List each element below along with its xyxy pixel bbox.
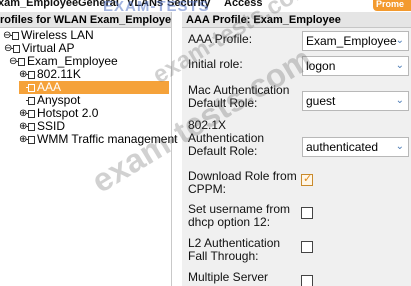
aaa-profile-label: AAA Profile: [188, 32, 253, 46]
menu-prome: Prome [376, 0, 405, 9]
collapse-icon[interactable]: ⊖ [9, 55, 17, 68]
initial-role-value: logon [306, 59, 336, 73]
set-username-label: Set username from dhcp option 12: [188, 203, 290, 229]
mac-auth-role-label-line2: Default Role: [188, 96, 258, 110]
watermark-logo: EXAM-TESTS [103, 0, 210, 12]
set-username-label-line2: dhcp option 12: [188, 215, 271, 229]
checkmark-icon: ✓ [303, 173, 313, 185]
dot1x-role-value: authenticated [306, 140, 379, 154]
multiple-server-checkbox[interactable] [301, 275, 313, 286]
profile-tree-panel: rofiles for WLAN Exam_Employee ⊖ Wireles… [0, 12, 177, 286]
chevron-down-icon: ⌄ [395, 141, 404, 152]
mac-auth-role-label: Mac Authentication Default Role: [188, 84, 289, 110]
initial-role-select[interactable]: logon ⌄ [302, 56, 409, 76]
multiple-server-label: Multiple Server [188, 270, 269, 284]
dot1x-role-label: 802.1X Authentication Default Role: [188, 119, 264, 158]
aaa-profile-panel: AAA Profile: Exam_Employee AAA Profile: … [182, 12, 411, 286]
expand-icon[interactable]: ⊕ [19, 107, 27, 120]
l2-fallthrough-checkbox[interactable] [301, 241, 313, 253]
mac-auth-role-value: guest [306, 94, 336, 108]
folder-icon [16, 57, 25, 66]
chevron-down-icon: ⌄ [395, 60, 404, 71]
chevron-down-icon: ⌄ [395, 95, 404, 106]
expand-icon[interactable]: ⊕ [19, 133, 27, 146]
tree-node-label: WMM Traffic management [37, 132, 178, 146]
folder-icon [11, 44, 20, 53]
initial-role-label: Initial role: [188, 57, 243, 71]
top-menubar: xam_Employee General VLANs Security Acce… [0, 0, 411, 12]
download-role-label: Download Role from CPPM: [188, 170, 297, 196]
download-role-checkbox[interactable]: ✓ [301, 173, 313, 186]
collapse-icon[interactable]: ⊖ [3, 29, 11, 42]
download-role-label-line2: CPPM: [188, 182, 227, 196]
folder-icon [26, 96, 35, 105]
mac-auth-role-select[interactable]: guest ⌄ [302, 91, 409, 111]
folder-icon [26, 109, 35, 118]
folder-icon [10, 31, 19, 40]
menu-access[interactable]: Access [224, 0, 263, 9]
folder-icon [26, 83, 35, 92]
dot1x-role-select[interactable]: authenticated ⌄ [302, 137, 409, 157]
tree-header: rofiles for WLAN Exam_Employee [0, 12, 171, 28]
set-username-checkbox[interactable] [301, 207, 313, 219]
l2-fallthrough-label-line2: Fall Through: [188, 249, 259, 263]
folder-icon [26, 122, 35, 131]
folder-icon [26, 135, 35, 144]
expand-icon[interactable]: ⊕ [19, 68, 27, 81]
menu-profile-name[interactable]: xam_Employee [0, 0, 78, 9]
aaa-profile-value: Exam_Employee [306, 34, 397, 48]
expand-icon[interactable]: ⊕ [19, 120, 27, 133]
chevron-down-icon: ⌄ [395, 35, 404, 46]
collapse-icon[interactable]: ⊖ [4, 42, 12, 55]
form-header: AAA Profile: Exam_Employee [182, 12, 411, 28]
menu-prome-tab[interactable]: Prome [373, 0, 411, 11]
l2-fallthrough-label: L2 Authentication Fall Through: [188, 237, 280, 263]
aaa-profile-select[interactable]: Exam_Employee ⌄ [302, 31, 409, 51]
dot1x-role-label-line3: Default Role: [188, 144, 258, 158]
tree-node-wmm-traffic[interactable]: ⊕ WMM Traffic management [19, 133, 177, 146]
folder-icon [26, 70, 35, 79]
